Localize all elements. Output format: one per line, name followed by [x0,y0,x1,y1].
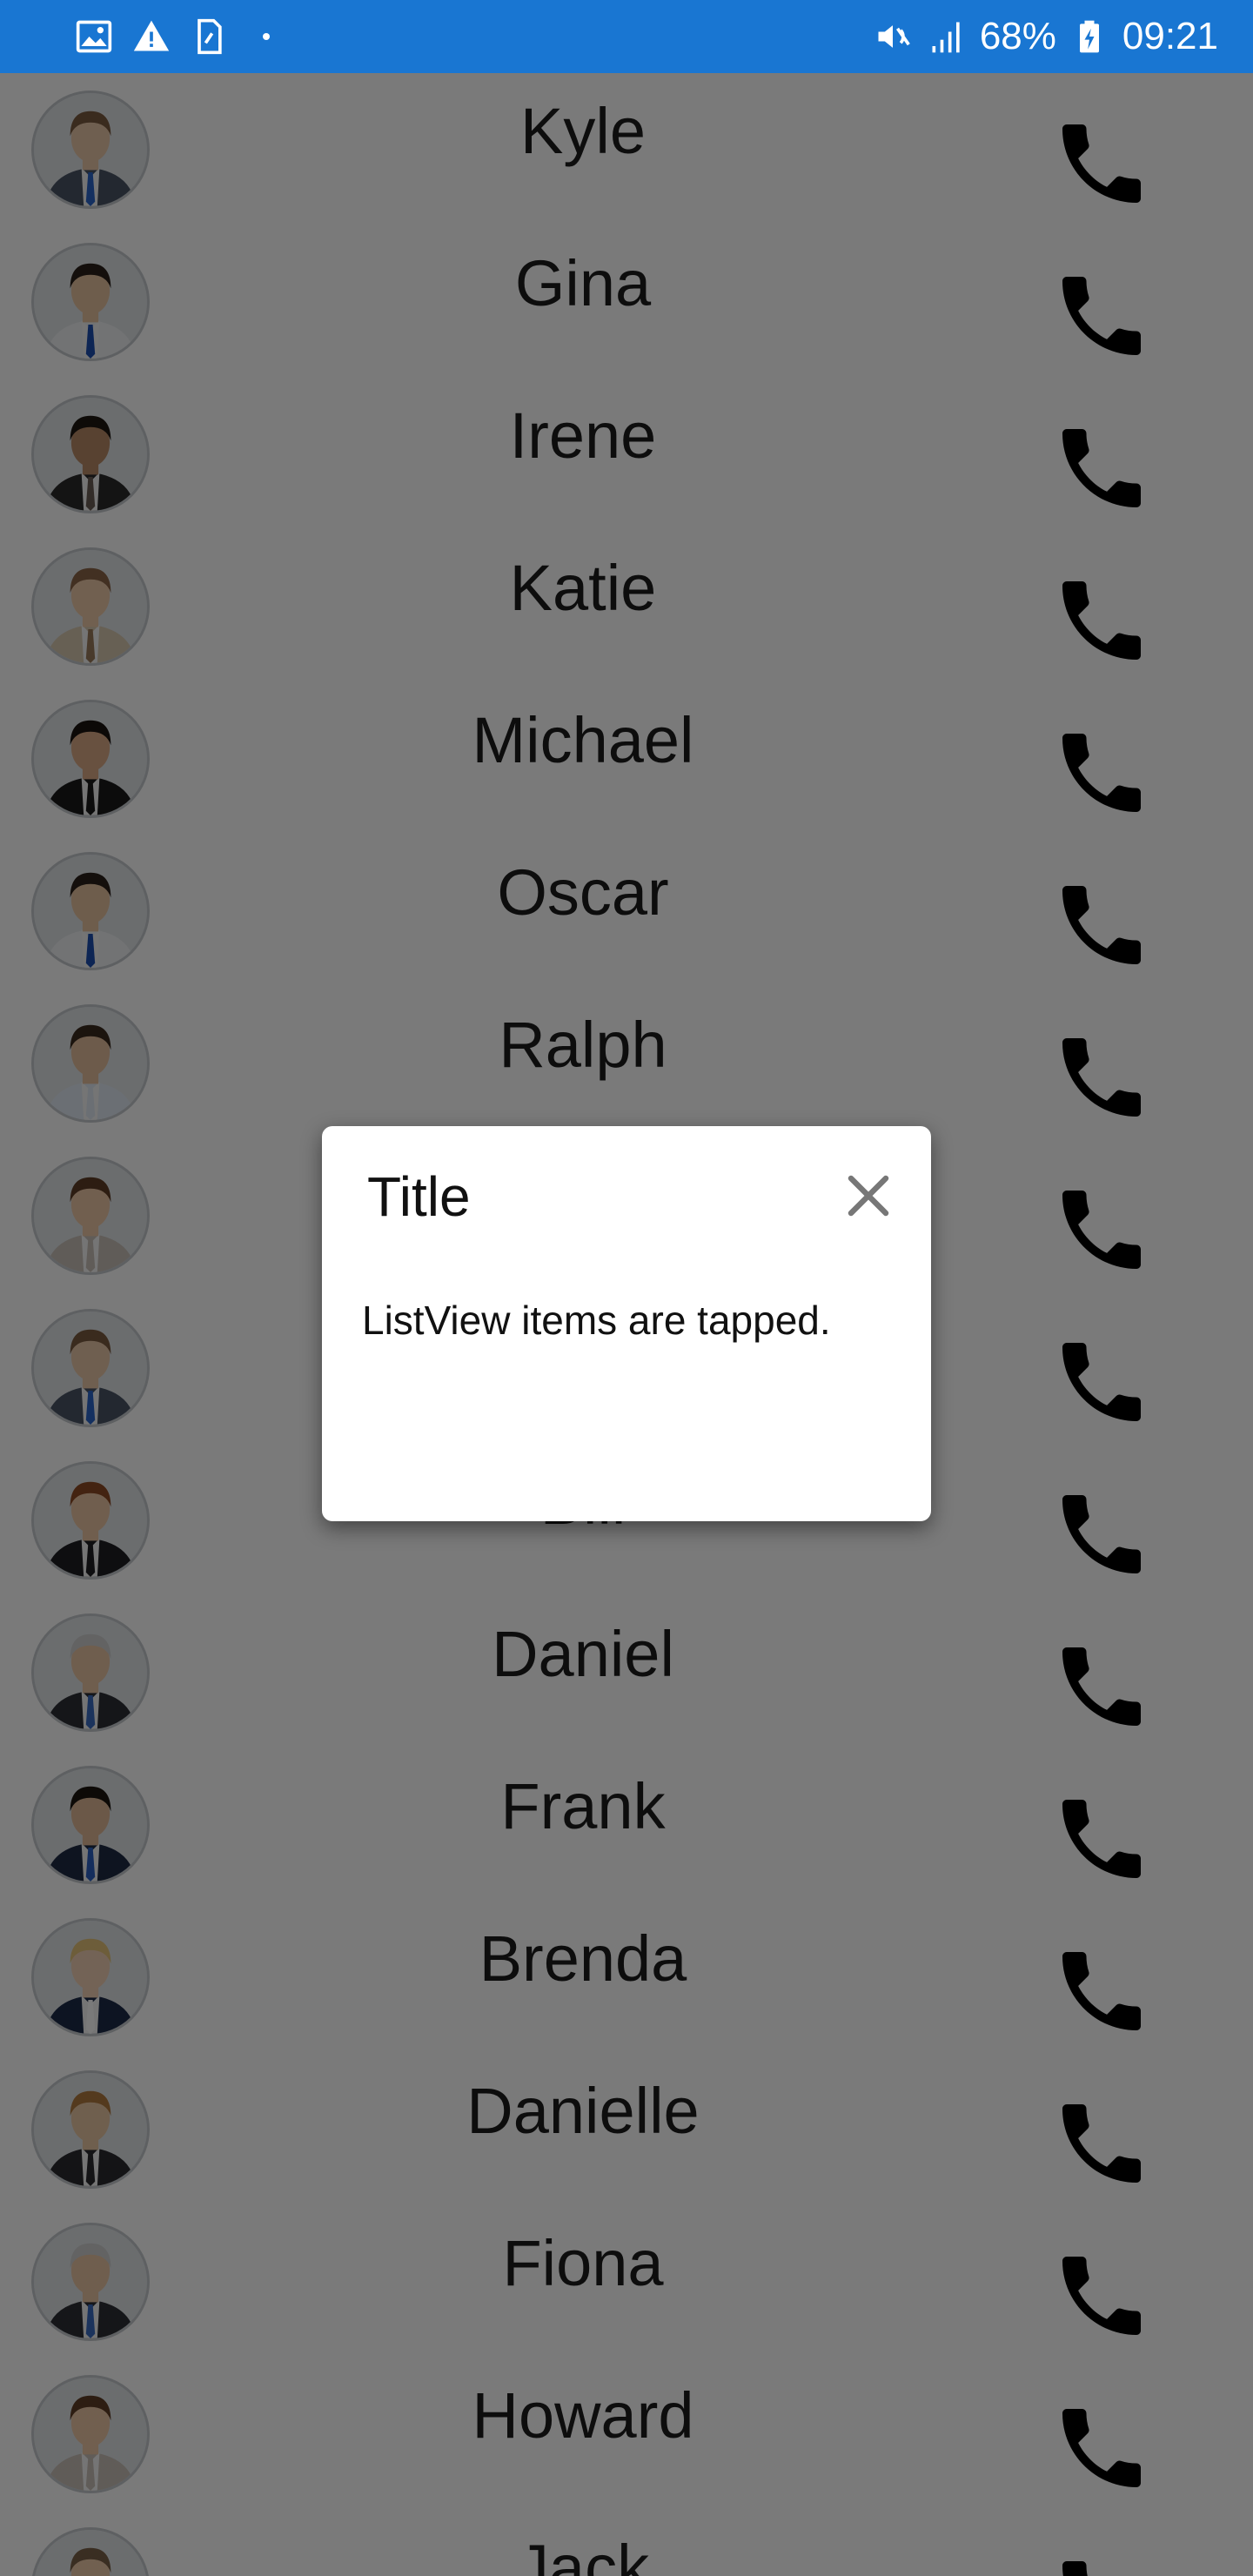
dialog-title: Title [367,1165,471,1228]
sim-icon [188,16,230,57]
signal-icon [926,16,968,57]
alert-dialog: Title ListView items are tapped. [322,1126,931,1521]
battery-percent: 68% [979,15,1056,57]
battery-charging-icon [1069,16,1110,57]
status-right-icons: 68% 09:21 [872,15,1218,58]
clock: 09:21 [1122,15,1218,57]
status-bar: 68% 09:21 [0,0,1253,73]
mute-icon [872,16,914,57]
status-left-icons [73,16,270,57]
image-icon [73,16,115,57]
warning-icon [131,16,172,57]
dialog-message: ListView items are tapped. [362,1298,831,1343]
close-icon[interactable] [842,1170,895,1222]
notification-dot-icon [263,33,270,40]
